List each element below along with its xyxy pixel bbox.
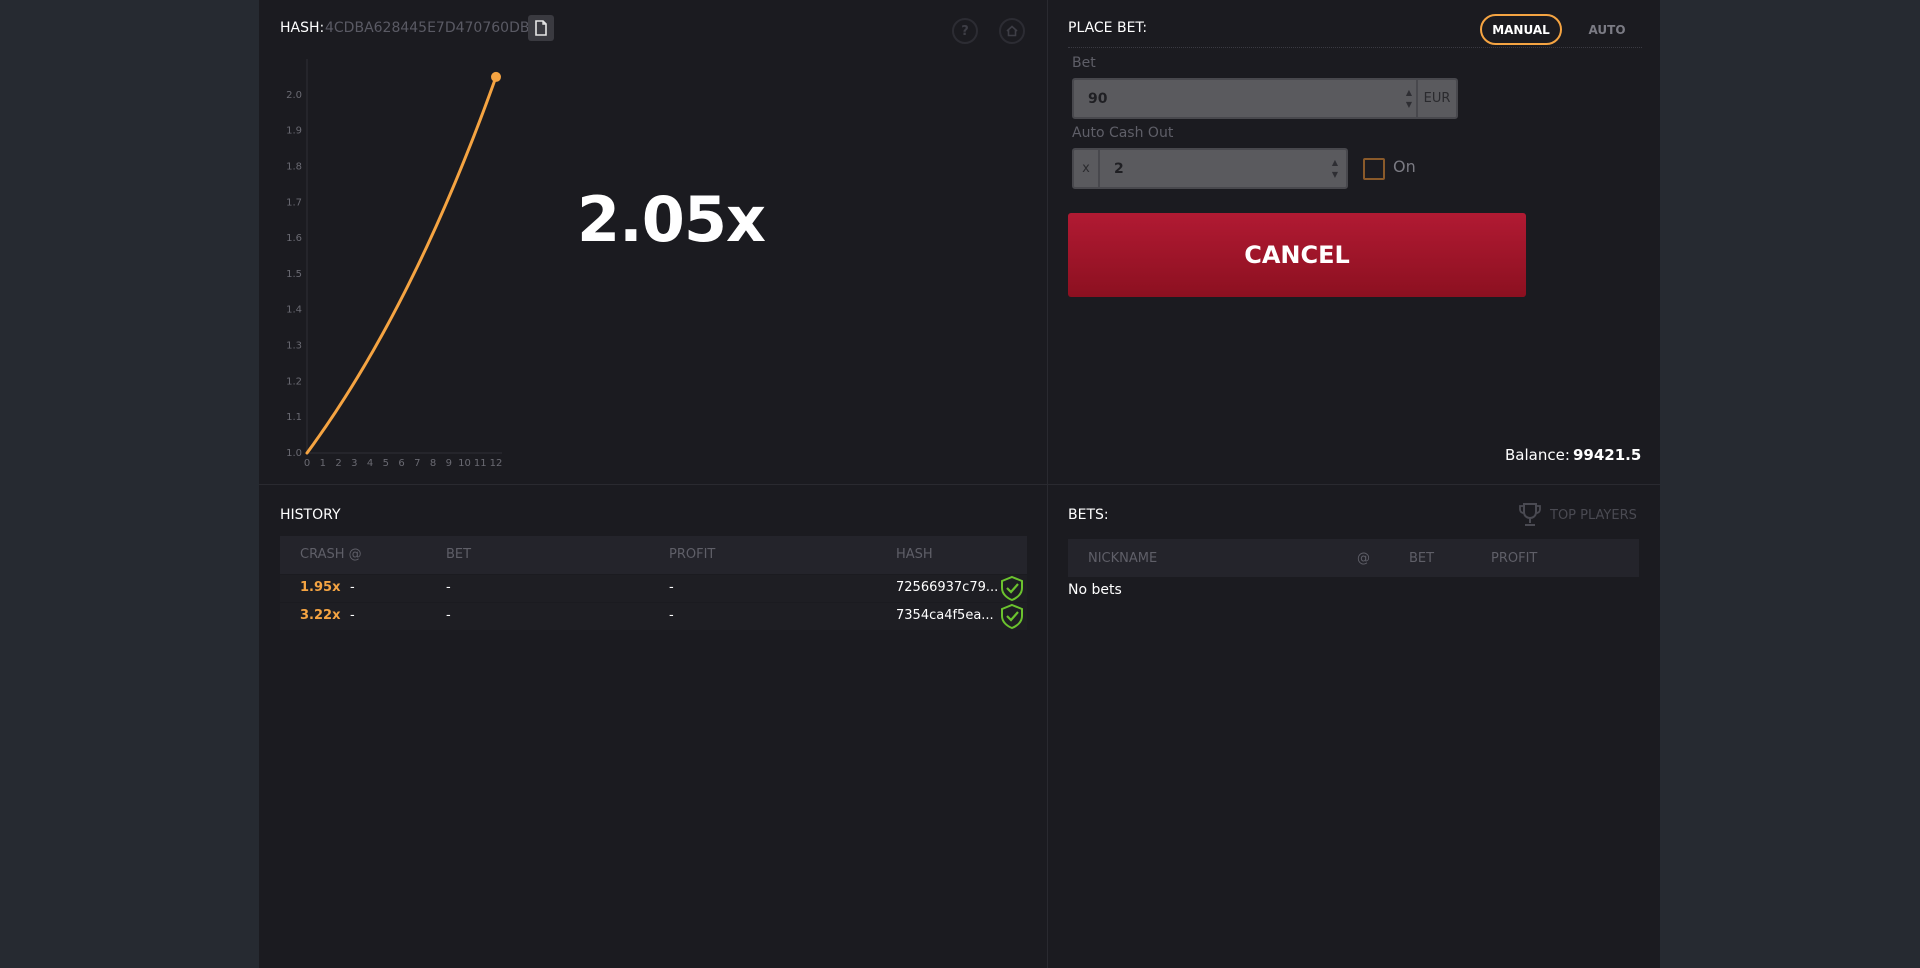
verified-shield-icon[interactable] (999, 603, 1025, 630)
hash-label: HASH: (280, 20, 325, 36)
profit-value: - (669, 608, 674, 623)
bets-table-header: NICKNAME @ BET PROFIT (1068, 539, 1639, 577)
x-tick-label: 0 (304, 458, 310, 469)
column-at: @ (1357, 551, 1370, 566)
home-button[interactable] (999, 18, 1025, 44)
profit-value: - (669, 580, 674, 595)
y-tick-label: 1.0 (286, 448, 302, 459)
y-tick-label: 1.7 (286, 197, 302, 208)
table-row[interactable]: 3.22x - - - 7354ca4f5ea... (280, 603, 1027, 630)
bet-label: Bet (1072, 55, 1096, 71)
tab-auto[interactable]: AUTO (1577, 14, 1637, 45)
y-tick-label: 1.2 (286, 376, 302, 387)
x-tick-label: 4 (367, 458, 373, 469)
tab-manual[interactable]: MANUAL (1480, 14, 1562, 45)
trophy-icon (1519, 503, 1541, 526)
bets-title: BETS: (1068, 507, 1109, 523)
help-button[interactable]: ? (952, 18, 978, 44)
x-tick-label: 8 (430, 458, 436, 469)
x-tick-label: 6 (398, 458, 404, 469)
document-icon (535, 20, 547, 36)
chevron-down-icon[interactable]: ▼ (1332, 169, 1338, 181)
bet-amount-input[interactable]: 90 ▲ ▼ EUR (1072, 78, 1458, 119)
auto-cashout-input[interactable]: x 2 ▲ ▼ (1072, 148, 1348, 189)
crash-value: 1.95x (300, 580, 341, 595)
game-frame: HASH: 4CDBA628445E7D470760DB... ? 1.0 1.1… (259, 0, 1660, 968)
column-bet: BET (446, 547, 472, 562)
history-title: HISTORY (280, 507, 341, 523)
bet-stepper[interactable]: ▲ ▼ (1402, 80, 1416, 117)
chevron-down-icon[interactable]: ▼ (1406, 99, 1412, 111)
column-nickname: NICKNAME (1088, 551, 1158, 566)
currency-label: EUR (1416, 80, 1456, 117)
x-tick-label: 11 (474, 458, 487, 469)
crash-value: 3.22x (300, 608, 341, 623)
column-profit: PROFIT (1491, 551, 1538, 566)
x-tick-label: 3 (351, 458, 357, 469)
y-tick-label: 1.8 (286, 161, 302, 172)
auto-cashout-on-label: On (1393, 157, 1416, 176)
crash-chart: 1.01.11.21.31.41.51.61.71.81.92.00 1 2 3 4 5 6… (286, 59, 503, 469)
horizontal-divider (259, 484, 1660, 485)
curve-endpoint (491, 71, 501, 82)
column-bet: BET (1409, 551, 1435, 566)
bet-value: - (446, 608, 451, 623)
verified-shield-icon[interactable] (999, 575, 1025, 602)
x-tick-label: 5 (383, 458, 389, 469)
hash-value: 4CDBA628445E7D470760DB... (325, 20, 543, 36)
x-tick-label: 9 (446, 458, 452, 469)
crash-dash: - (350, 608, 355, 623)
top-players-label[interactable]: TOP PLAYERS (1550, 508, 1637, 523)
x-tick-label: 10 (458, 458, 471, 469)
x-tick-label: 7 (414, 458, 420, 469)
auto-cashout-checkbox[interactable] (1363, 158, 1385, 180)
balance-value: 99421.5 (1573, 446, 1642, 464)
y-tick-label: 2.0 (286, 90, 302, 101)
x-tick-label: 12 (490, 458, 503, 469)
x-tick-label: 2 (335, 458, 341, 469)
column-profit: PROFIT (669, 547, 716, 562)
top-players-link[interactable]: TOP PLAYERS (1518, 502, 1637, 528)
chevron-up-icon[interactable]: ▲ (1406, 87, 1412, 99)
crash-dash: - (350, 580, 355, 595)
copy-hash-button[interactable] (528, 15, 554, 41)
column-crash: CRASH @ (300, 547, 362, 562)
crash-curve (305, 75, 498, 455)
y-tick-label: 1.3 (286, 341, 302, 352)
place-bet-title: PLACE BET: (1068, 20, 1148, 36)
auto-cashout-value[interactable]: 2 (1100, 150, 1324, 187)
auto-cashout-stepper[interactable]: ▲ ▼ (1324, 150, 1346, 187)
hash-value[interactable]: 7354ca4f5ea... (896, 608, 994, 623)
question-icon: ? (961, 23, 969, 39)
bet-value: - (446, 580, 451, 595)
y-tick-label: 1.5 (286, 269, 302, 280)
auto-cashout-label: Auto Cash Out (1072, 125, 1174, 141)
home-icon (1006, 25, 1018, 37)
y-tick-label: 1.6 (286, 233, 302, 244)
current-multiplier: 2.05x (577, 183, 766, 256)
cancel-button[interactable]: CANCEL (1068, 213, 1526, 297)
no-bets-text: No bets (1068, 582, 1122, 598)
hash-value[interactable]: 72566937c79... (896, 580, 998, 595)
multiplier-prefix: x (1074, 150, 1100, 187)
x-tick-label: 1 (320, 458, 326, 469)
chevron-up-icon[interactable]: ▲ (1332, 157, 1338, 169)
y-tick-label: 1.9 (286, 126, 302, 137)
history-table-header: CRASH @ BET PROFIT HASH (280, 536, 1027, 574)
column-hash: HASH (896, 547, 933, 562)
bet-amount-value[interactable]: 90 (1074, 80, 1402, 117)
y-tick-label: 1.4 (286, 305, 302, 316)
y-tick-label: 1.1 (286, 412, 302, 423)
header-divider (1068, 47, 1642, 48)
balance-label: Balance: (1505, 446, 1570, 464)
table-row[interactable]: 1.95x - - - 72566937c79... (280, 575, 1027, 602)
